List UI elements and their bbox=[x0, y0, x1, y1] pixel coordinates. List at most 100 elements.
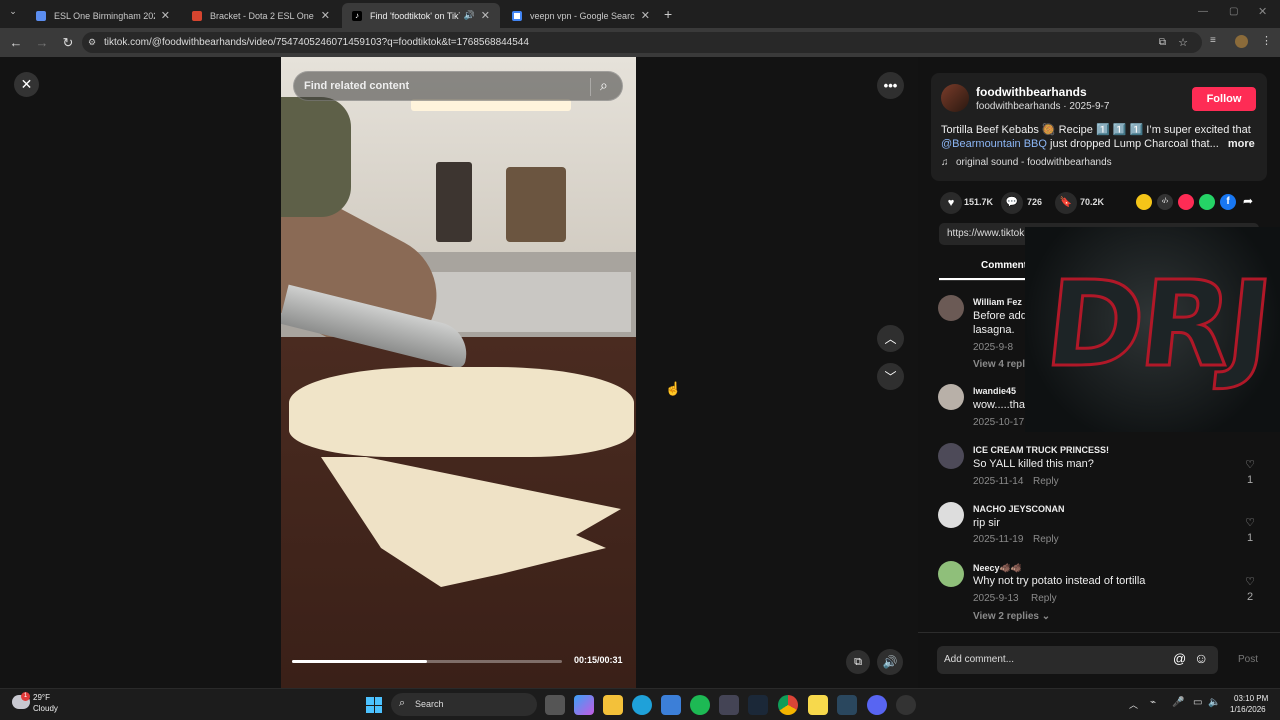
comment-author[interactable]: Neecy🐗🐗 bbox=[973, 563, 1022, 574]
view-replies-link[interactable]: View 4 repli bbox=[973, 359, 1028, 370]
heart-icon[interactable]: ♡ bbox=[1242, 516, 1258, 529]
browser-tab[interactable]: Bracket - Dota 2 ESL One Birmi ✕ bbox=[182, 3, 340, 28]
video-player[interactable]: Find related content ⌕ 00:15/00:31 bbox=[281, 57, 636, 688]
reload-button[interactable]: ↻ bbox=[58, 33, 78, 53]
tray-chevron-icon[interactable]: ︿ bbox=[1129, 698, 1138, 711]
view-replies-link[interactable]: View 2 replies ⌄ bbox=[973, 611, 1050, 622]
profile-avatar[interactable] bbox=[1235, 35, 1248, 48]
reply-button[interactable]: Reply bbox=[1033, 476, 1059, 487]
browser-tab[interactable]: veepn vpn - Google Search ✕ bbox=[502, 3, 660, 28]
embed-code-icon[interactable]: ‹/› bbox=[1157, 194, 1173, 210]
heart-icon[interactable]: ♡ bbox=[1242, 458, 1258, 471]
discord-icon[interactable] bbox=[867, 695, 887, 715]
install-app-icon[interactable]: ⧉ bbox=[1159, 37, 1166, 48]
forward-button[interactable]: → bbox=[32, 33, 52, 53]
close-icon[interactable]: ✕ bbox=[321, 9, 330, 22]
more-options-button[interactable]: ••• bbox=[877, 72, 904, 99]
tab-search-button[interactable]: ⌄ bbox=[4, 6, 22, 22]
clock-time[interactable]: 03:10 PM bbox=[1234, 694, 1268, 703]
whatsapp-icon[interactable] bbox=[1199, 194, 1215, 210]
reply-button[interactable]: Reply bbox=[1033, 534, 1059, 545]
comment-text: Why not try potato instead of tortilla bbox=[973, 575, 1146, 587]
browser-tab[interactable]: ESL One Birmingham 2026: Sou ✕ bbox=[26, 3, 180, 28]
browser-tab-active[interactable]: ♪ Find 'foodtiktok' on TikTok 🔊 ✕ bbox=[342, 3, 500, 28]
heart-icon[interactable]: ♡ bbox=[1242, 575, 1258, 588]
display-icon[interactable]: ▭ bbox=[1193, 697, 1202, 708]
previous-video-button[interactable]: ︿ bbox=[877, 325, 904, 352]
speaker-icon[interactable]: 🔊 bbox=[464, 10, 475, 21]
windows-start-icon[interactable] bbox=[366, 697, 382, 713]
network-icon[interactable]: ⌁ bbox=[1150, 697, 1156, 708]
edge-icon[interactable] bbox=[632, 695, 652, 715]
close-icon[interactable]: ✕ bbox=[161, 9, 170, 22]
sticky-notes-icon[interactable] bbox=[808, 695, 828, 715]
steam-client-icon[interactable] bbox=[837, 695, 857, 715]
author-avatar[interactable] bbox=[941, 84, 969, 112]
comment-author[interactable]: NACHO JEYSCONAN bbox=[973, 504, 1065, 514]
window-close-button[interactable]: ✕ bbox=[1258, 5, 1267, 18]
clock-date[interactable]: 1/16/2026 bbox=[1230, 705, 1266, 714]
close-icon[interactable]: ✕ bbox=[481, 9, 490, 22]
follow-button[interactable]: Follow bbox=[1192, 87, 1256, 111]
comment-author[interactable]: lwandie45 bbox=[973, 386, 1016, 396]
comment-author[interactable]: William Fez bbox=[973, 297, 1022, 307]
comment-date: 2025-11-14 bbox=[973, 476, 1024, 487]
task-view-icon[interactable] bbox=[545, 695, 565, 715]
video-progress-track[interactable] bbox=[292, 660, 562, 663]
mention-icon[interactable]: @ bbox=[1173, 651, 1186, 666]
comment-button[interactable]: 💬 bbox=[1001, 192, 1023, 214]
emoji-icon[interactable]: ☺ bbox=[1194, 650, 1208, 666]
send-to-friends-icon[interactable] bbox=[1178, 194, 1194, 210]
microphone-icon[interactable]: 🎤 bbox=[1172, 697, 1184, 708]
like-button[interactable]: ♥ bbox=[940, 192, 962, 214]
volume-icon[interactable]: 🔈 bbox=[1208, 697, 1220, 708]
bookmark-star-icon[interactable]: ☆ bbox=[1178, 36, 1188, 49]
post-comment-button[interactable]: Post bbox=[1238, 654, 1258, 665]
minimize-button[interactable]: — bbox=[1198, 6, 1208, 17]
comment-author[interactable]: ICE CREAM TRUCK PRINCESS! bbox=[973, 445, 1109, 455]
more-link[interactable]: more bbox=[1228, 138, 1255, 150]
back-button[interactable]: ← bbox=[6, 33, 26, 53]
mention-link[interactable]: @Bearmountain BBQ bbox=[941, 138, 1047, 150]
comment-text: So YALL killed this man? bbox=[973, 458, 1094, 470]
next-video-button[interactable]: ﹀ bbox=[877, 363, 904, 390]
author-username[interactable]: foodwithbearhands bbox=[976, 85, 1087, 99]
bookmark-button[interactable]: 🔖 bbox=[1055, 192, 1077, 214]
share-repost-icon[interactable] bbox=[1136, 194, 1152, 210]
sound-link[interactable]: original sound - foodwithbearhands bbox=[956, 157, 1112, 168]
search-icon[interactable]: ⌕ bbox=[600, 77, 608, 94]
site-info-icon[interactable]: ⚙ bbox=[88, 37, 96, 48]
chrome-icon[interactable] bbox=[778, 695, 798, 715]
steam-icon[interactable] bbox=[748, 695, 768, 715]
close-video-button[interactable]: ✕ bbox=[14, 72, 39, 97]
close-icon[interactable]: ✕ bbox=[641, 9, 650, 22]
avatar[interactable] bbox=[938, 443, 964, 469]
composer-divider bbox=[918, 632, 1280, 633]
avatar[interactable] bbox=[938, 502, 964, 528]
avatar[interactable] bbox=[938, 295, 964, 321]
tab-comments[interactable]: Comment bbox=[981, 260, 1027, 271]
reply-button[interactable]: Reply bbox=[1031, 593, 1057, 604]
avatar[interactable] bbox=[938, 384, 964, 410]
file-explorer-icon[interactable] bbox=[603, 695, 623, 715]
comment-input[interactable]: Add comment... @ ☺ bbox=[937, 646, 1218, 674]
microsoft-store-icon[interactable] bbox=[661, 695, 681, 715]
copilot-icon[interactable] bbox=[574, 695, 594, 715]
related-search-bar[interactable]: Find related content ⌕ bbox=[293, 71, 623, 101]
obs-icon[interactable] bbox=[896, 695, 916, 715]
volume-button[interactable]: 🔊 bbox=[877, 649, 903, 675]
media-controls-icon[interactable]: ≡ bbox=[1210, 35, 1216, 46]
facebook-icon[interactable]: f bbox=[1220, 194, 1236, 210]
share-arrow-icon[interactable]: ➦ bbox=[1243, 194, 1253, 208]
address-bar[interactable]: ⚙ tiktok.com/@foodwithbearhands/video/75… bbox=[82, 32, 1202, 53]
new-tab-button[interactable]: + bbox=[664, 6, 672, 22]
picture-in-picture-button[interactable]: ⧉ bbox=[846, 650, 870, 674]
spotify-icon[interactable] bbox=[690, 695, 710, 715]
maximize-button[interactable]: ▢ bbox=[1229, 6, 1238, 17]
browser-menu-icon[interactable]: ⋮ bbox=[1261, 34, 1272, 47]
related-search-input[interactable]: Find related content bbox=[304, 80, 409, 92]
avatar[interactable] bbox=[938, 561, 964, 587]
taskbar-search[interactable]: ⌕ Search bbox=[391, 693, 537, 716]
search-icon: ⌕ bbox=[399, 697, 406, 709]
app-icon[interactable] bbox=[719, 695, 739, 715]
